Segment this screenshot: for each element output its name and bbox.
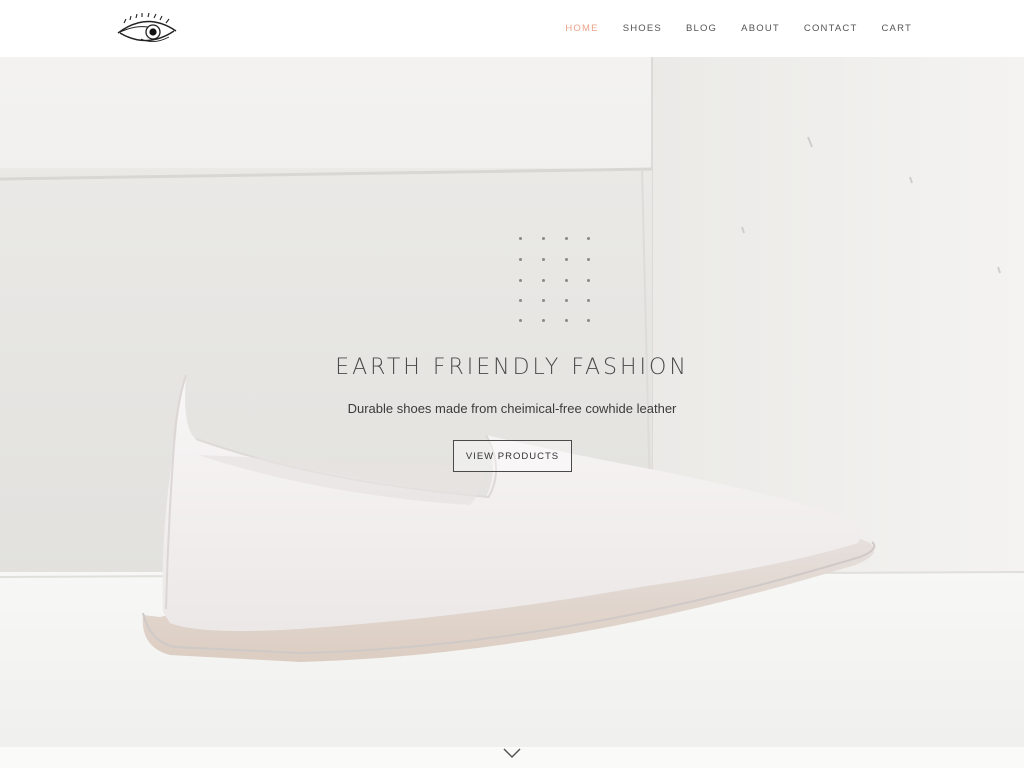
eye-logo-icon[interactable] — [114, 9, 180, 49]
nav-item-contact[interactable]: CONTACT — [804, 23, 858, 34]
view-products-button[interactable]: VIEW PRODUCTS — [453, 440, 572, 472]
dot-grid-pattern — [519, 237, 591, 327]
nav-item-cart[interactable]: CART — [882, 23, 913, 34]
hero-section: EARTH FRIENDLY FASHION Durable shoes mad… — [0, 57, 1024, 768]
nav-item-about[interactable]: ABOUT — [741, 23, 780, 34]
nav-item-blog[interactable]: BLOG — [686, 23, 717, 34]
hero-subtitle: Durable shoes made from cheimical-free c… — [347, 401, 677, 416]
hero-title: EARTH FRIENDLY FASHION — [335, 355, 689, 380]
nav-item-home[interactable]: HOME — [565, 23, 598, 34]
nav-item-shoes[interactable]: SHOES — [623, 23, 662, 34]
site-header: HOME SHOES BLOG ABOUT CONTACT CART — [0, 0, 1024, 57]
main-nav: HOME SHOES BLOG ABOUT CONTACT CART — [565, 0, 912, 57]
chevron-down-icon[interactable] — [502, 747, 522, 759]
